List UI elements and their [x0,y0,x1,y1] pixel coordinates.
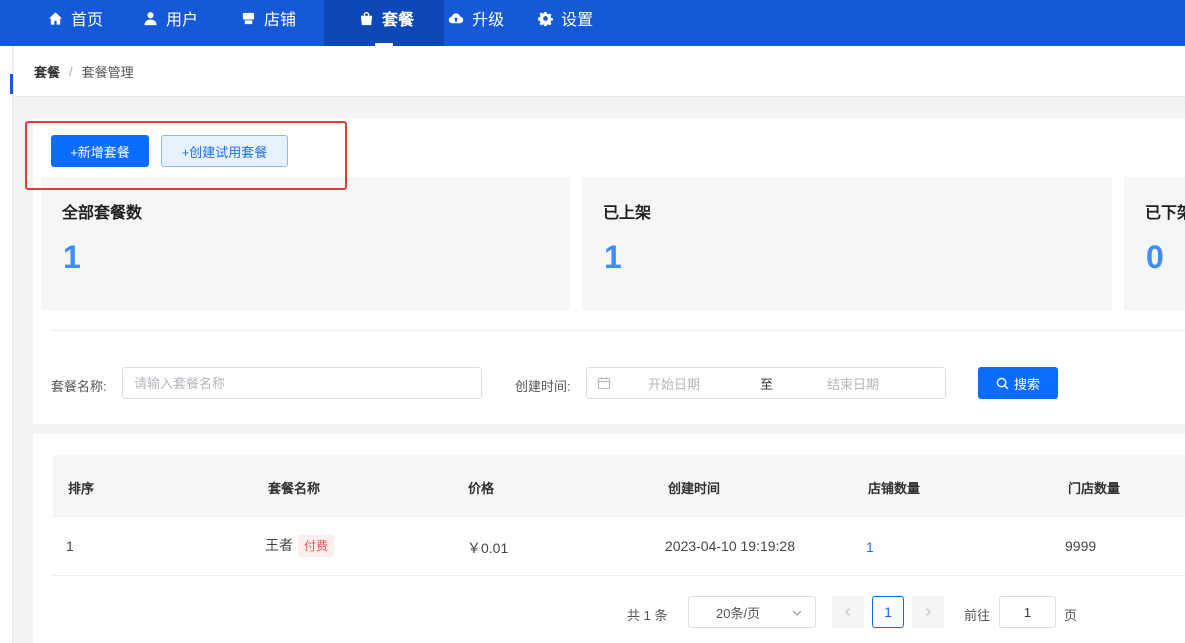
nav-label: 套餐 [382,12,415,29]
store-icon [240,10,256,26]
breadcrumb-separator: / [69,63,73,79]
gear-icon [537,10,553,26]
cell-price: ￥0.01 [467,540,509,556]
table-header: 排序 套餐名称 价格 创建时间 店铺数量 门店数量 [53,455,1185,517]
cell-shop-count: 9999 [1065,538,1097,554]
store-count-link[interactable]: 1 [866,539,874,555]
calendar-icon [597,376,611,390]
start-date-input[interactable]: 开始日期 [648,374,700,393]
prev-page-button[interactable] [832,596,864,628]
chevron-right-icon [926,608,931,616]
stat-title: 全部套餐数 [62,205,143,222]
nav-item-store[interactable]: 店铺 [226,0,324,46]
column-shop-count: 门店数量 [1068,481,1121,496]
search-icon [996,377,1009,390]
bag-icon [358,10,374,26]
nav-label: 店铺 [264,12,297,29]
search-button[interactable]: 搜索 [978,367,1058,399]
column-price: 价格 [468,481,495,496]
stat-value: 1 [604,239,622,275]
breadcrumb-root[interactable]: 套餐 [34,62,60,81]
next-page-button[interactable] [912,596,944,628]
cloud-upload-icon [448,10,464,26]
page-suffix: 页 [1064,608,1078,623]
package-name-label: 套餐名称: [51,379,107,394]
divider [51,330,1185,331]
left-sidebar [0,46,13,643]
sidebar-active-marker [10,74,13,94]
goto-label: 前往 [964,608,991,623]
page-number-current[interactable]: 1 [872,596,904,628]
cell-order: 1 [66,538,74,554]
stat-value: 0 [1146,239,1164,275]
nav-label: 设置 [561,12,594,29]
column-order: 排序 [68,481,95,496]
package-name: 王者 [265,537,293,553]
nav-item-home[interactable]: 首页 [0,0,131,46]
date-range-picker[interactable]: 开始日期 至 结束日期 [586,367,946,399]
stat-card-unlisted: 已下架 0 [1124,177,1185,310]
nav-item-settings[interactable]: 设置 [532,0,621,46]
nav-label: 升级 [472,12,505,29]
page-size-select[interactable]: 20条/页 [688,596,816,628]
goto-page-input[interactable] [999,596,1056,628]
cell-created: 2023-04-10 19:19:28 [665,538,795,554]
stat-value: 1 [63,239,81,275]
table-row: 1 王者 付费 ￥0.01 2023-04-10 19:19:28 1 9999 [53,517,1185,576]
date-range-separator: 至 [760,376,774,392]
table-panel: 排序 套餐名称 价格 创建时间 店铺数量 门店数量 1 王者 付费 ￥0.01 2… [33,434,1185,643]
nav-label: 首页 [71,12,104,29]
nav-item-user[interactable]: 用户 [131,0,226,46]
top-nav: 首页 用户 店铺 套餐 升级 设置 [0,0,1185,46]
nav-item-package[interactable]: 套餐 [324,0,445,46]
home-icon [47,10,63,26]
column-created: 创建时间 [668,481,721,496]
page-size-value: 20条/页 [716,605,761,621]
paid-tag: 付费 [298,535,335,558]
stat-card-total: 全部套餐数 1 [41,177,570,310]
user-icon [142,10,158,26]
highlight-box [25,121,347,190]
search-button-label: 搜索 [1013,376,1040,392]
column-store-count: 店铺数量 [868,481,921,496]
created-time-label: 创建时间: [515,379,571,394]
chevron-left-icon [845,608,850,616]
cell-name: 王者 付费 [265,535,335,558]
stat-card-listed: 已上架 1 [582,177,1112,310]
stat-title: 已下架 [1145,205,1185,222]
breadcrumb: 套餐 / 套餐管理 [14,46,1185,97]
nav-label: 用户 [166,12,199,29]
end-date-input[interactable]: 结束日期 [827,374,879,393]
nav-item-upgrade[interactable]: 升级 [444,0,532,46]
breadcrumb-current: 套餐管理 [81,64,134,80]
column-name: 套餐名称 [268,481,321,496]
pagination-total: 共 1 条 [627,608,668,623]
package-name-input[interactable] [122,367,482,399]
stat-title: 已上架 [603,205,652,222]
chevron-down-icon [791,607,803,619]
